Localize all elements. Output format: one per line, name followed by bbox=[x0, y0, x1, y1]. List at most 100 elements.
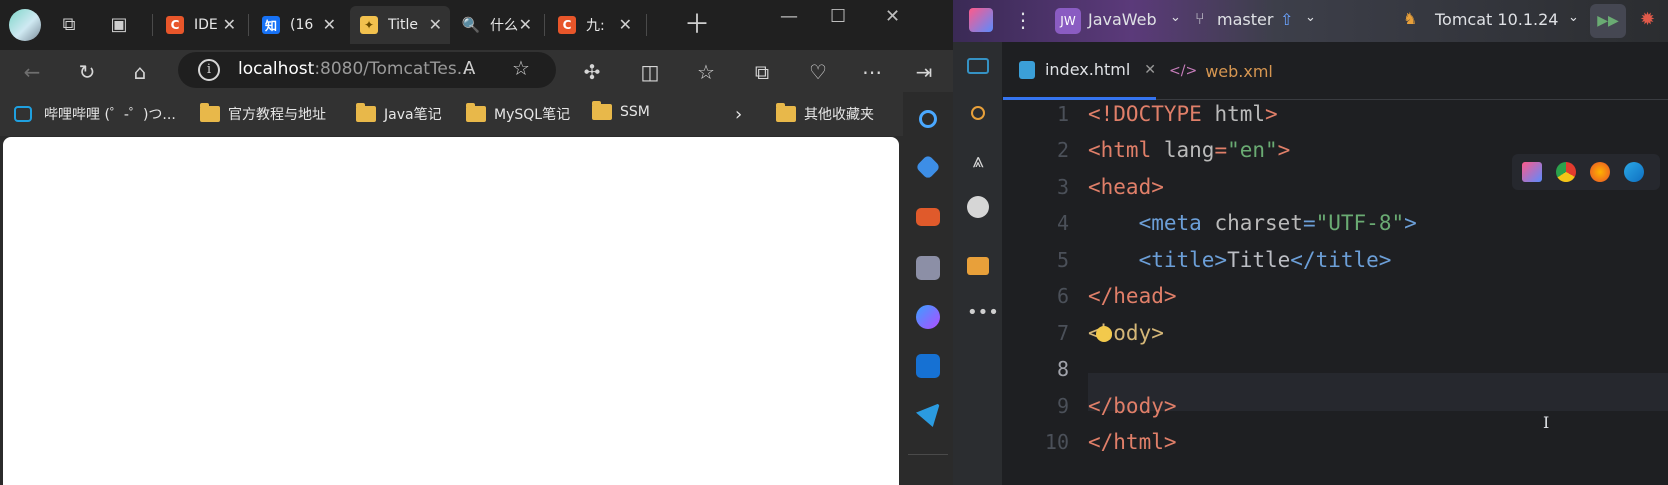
read-aloud-icon[interactable]: A bbox=[463, 58, 475, 79]
edge-icon[interactable] bbox=[1624, 162, 1644, 182]
tab-separator bbox=[152, 14, 153, 36]
bookmark-folder-java[interactable]: Java笔记 bbox=[356, 103, 442, 124]
project-badge: JW bbox=[1055, 8, 1081, 34]
bookmark-label: MySQL笔记 bbox=[494, 107, 571, 123]
tab-index-html[interactable]: index.html ✕ bbox=[1003, 42, 1156, 100]
browser-essentials-icon[interactable]: ♡ bbox=[806, 60, 830, 84]
collections-icon[interactable]: ⧉ bbox=[750, 60, 774, 84]
folder-icon bbox=[466, 103, 486, 122]
page-content[interactable] bbox=[3, 137, 899, 485]
line-number: 10 bbox=[1044, 430, 1069, 454]
sidebar-toggle-icon[interactable]: ⇥ bbox=[912, 60, 936, 84]
maximize-icon[interactable]: ☐ bbox=[830, 6, 846, 27]
main-menu-icon[interactable]: ⋮ bbox=[1013, 8, 1033, 32]
folder-icon bbox=[200, 103, 220, 122]
url-rest: :8080/TomcatTes... bbox=[314, 59, 473, 79]
line-number: 9 bbox=[1056, 394, 1069, 418]
line-number: 6 bbox=[1056, 284, 1069, 308]
code-line: <!DOCTYPE html> bbox=[1088, 102, 1278, 126]
copilot-icon[interactable] bbox=[916, 305, 940, 329]
chevron-down-icon[interactable]: ⌄ bbox=[1305, 10, 1316, 25]
close-icon[interactable]: ✕ bbox=[1144, 62, 1156, 78]
new-tab-icon[interactable]: ＋ bbox=[684, 12, 710, 38]
home-icon[interactable]: ⌂ bbox=[128, 60, 152, 84]
tab-jiu[interactable]: C 九: ✕ bbox=[548, 6, 640, 44]
workspaces-icon[interactable]: ⧉ bbox=[58, 14, 80, 36]
tab-zhihu[interactable]: 知 (16 ✕ bbox=[252, 6, 344, 44]
browser-window: ⧉ ▣ C IDE ✕ 知 (16 ✕ ✦ Title ✕ 🔍 什么 ✕ C 九… bbox=[0, 0, 953, 485]
project-name[interactable]: JavaWeb bbox=[1088, 10, 1157, 29]
chevron-down-icon[interactable]: ⌄ bbox=[1568, 10, 1579, 25]
zhihu-favicon-icon: 知 bbox=[262, 16, 280, 34]
text-cursor-icon: I bbox=[1543, 413, 1550, 432]
bookmarks-overflow-icon[interactable]: › bbox=[735, 104, 742, 125]
commit-icon[interactable] bbox=[971, 106, 985, 120]
refresh-icon[interactable]: ↻ bbox=[75, 60, 99, 84]
url-text[interactable]: localhost:8080/TomcatTes... bbox=[238, 59, 473, 79]
intellij-preview-icon[interactable] bbox=[1522, 162, 1542, 182]
profile-avatar[interactable] bbox=[9, 9, 41, 41]
search-icon[interactable] bbox=[919, 110, 937, 128]
close-icon[interactable]: ✕ bbox=[619, 15, 632, 34]
project-view-icon[interactable] bbox=[967, 58, 989, 74]
github-icon[interactable] bbox=[967, 196, 989, 218]
tab-ide[interactable]: C IDE ✕ bbox=[156, 6, 244, 44]
outlook-icon[interactable] bbox=[916, 354, 940, 378]
csdn-favicon-icon: C bbox=[558, 16, 576, 34]
tomcat-icon: ♞ bbox=[1403, 9, 1418, 28]
push-arrow-icon: ⇧ bbox=[1280, 10, 1294, 29]
close-window-icon[interactable]: ✕ bbox=[885, 6, 900, 27]
minimize-icon[interactable]: — bbox=[780, 6, 798, 27]
services-icon[interactable] bbox=[967, 257, 989, 275]
tab-actions-icon[interactable]: ▣ bbox=[108, 14, 130, 36]
tab-label: index.html bbox=[1044, 60, 1131, 79]
back-icon[interactable]: ← bbox=[20, 60, 44, 84]
folder-icon bbox=[592, 101, 612, 120]
bookmark-folder-mysql[interactable]: MySQL笔记 bbox=[466, 103, 571, 124]
tab-title-active[interactable]: ✦ Title ✕ bbox=[350, 6, 450, 44]
address-bar[interactable]: i localhost:8080/TomcatTes... A ☆ bbox=[178, 52, 556, 88]
firefox-icon[interactable] bbox=[1590, 162, 1610, 182]
bookmark-folder-ssm[interactable]: SSM bbox=[592, 101, 650, 120]
bookmark-folder-other[interactable]: 其他收藏夹 bbox=[776, 103, 874, 124]
bookmark-folder-official[interactable]: 官方教程与地址 bbox=[200, 103, 326, 124]
favorites-icon[interactable]: ☆ bbox=[694, 60, 718, 84]
site-info-icon[interactable]: i bbox=[198, 59, 220, 81]
shopping-tag-icon[interactable] bbox=[915, 154, 941, 180]
search-favicon-icon: 🔍 bbox=[461, 16, 481, 34]
debug-bug-icon[interactable]: ✹ bbox=[1640, 9, 1655, 30]
chevron-down-icon[interactable]: ⌄ bbox=[1170, 10, 1181, 25]
editor-tabs: index.html ✕ </> web.xml bbox=[1003, 42, 1668, 100]
extensions-icon[interactable]: ✣ bbox=[580, 60, 604, 84]
close-icon[interactable]: ✕ bbox=[519, 15, 532, 34]
branch-name[interactable]: master bbox=[1217, 10, 1273, 29]
send-icon[interactable] bbox=[916, 403, 940, 427]
run-icon[interactable]: ▶▶ bbox=[1590, 4, 1626, 38]
tools-icon[interactable] bbox=[916, 208, 940, 226]
close-icon[interactable]: ✕ bbox=[223, 15, 236, 34]
bookmark-label: 其他收藏夹 bbox=[804, 107, 874, 123]
line-number: 4 bbox=[1056, 211, 1069, 235]
tab-label: web.xml bbox=[1205, 61, 1273, 81]
ide-window: ⋮ JW JavaWeb ⌄ ⑂ master ⇧ ⌄ ♞ Tomcat 10.… bbox=[953, 0, 1668, 485]
more-menu-icon[interactable]: ⋯ bbox=[860, 60, 884, 84]
ide-toolbar: ⋮ JW JavaWeb ⌄ ⑂ master ⇧ ⌄ ♞ Tomcat 10.… bbox=[953, 0, 1668, 42]
more-tools-icon[interactable]: ••• bbox=[967, 302, 999, 324]
intellij-logo-icon[interactable] bbox=[969, 8, 993, 32]
structure-icon[interactable]: ⩓ bbox=[967, 148, 989, 172]
code-line: </head> bbox=[1088, 284, 1177, 308]
close-icon[interactable]: ✕ bbox=[429, 15, 442, 34]
line-number: 1 bbox=[1056, 102, 1069, 126]
close-icon[interactable]: ✕ bbox=[323, 15, 336, 34]
games-icon[interactable] bbox=[916, 256, 940, 280]
tab-web-xml[interactable]: </> web.xml bbox=[1169, 42, 1289, 100]
add-favorite-icon[interactable]: ☆ bbox=[512, 56, 530, 80]
tab-search[interactable]: 🔍 什么 ✕ bbox=[452, 6, 540, 44]
code-line: <meta charset="UTF-8"> bbox=[1088, 211, 1417, 235]
intention-bulb-icon[interactable] bbox=[1096, 326, 1112, 342]
tab-label: (16 bbox=[290, 17, 314, 33]
split-screen-icon[interactable]: ◫ bbox=[638, 60, 662, 84]
run-config-name[interactable]: Tomcat 10.1.24 bbox=[1435, 10, 1558, 29]
chrome-icon[interactable] bbox=[1556, 162, 1576, 182]
bookmark-bilibili[interactable]: 哔哩哔哩 (゜-゜)つ... bbox=[14, 104, 176, 124]
